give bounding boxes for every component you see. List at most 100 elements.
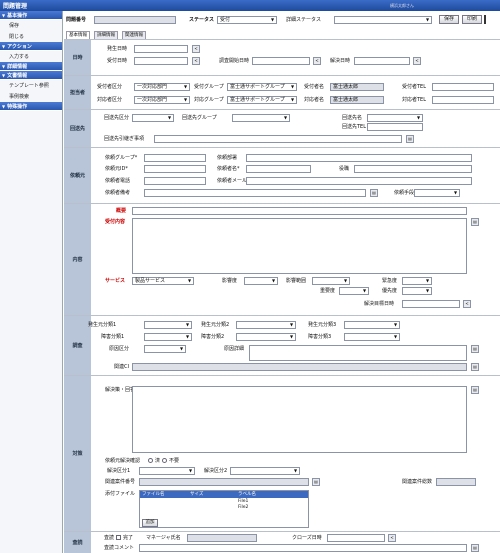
lookup-icon[interactable]: ▤ — [370, 189, 378, 197]
cause-detail-label: 原因詳細 — [224, 346, 245, 352]
lookup-icon[interactable]: ▤ — [471, 363, 479, 371]
tab-detail[interactable]: 詳細情報 — [94, 31, 118, 39]
recv-section-select[interactable]: 一次対応部門 ▼ — [134, 83, 190, 91]
req-remarks-field[interactable] — [144, 189, 366, 197]
fault1-select[interactable]: ▼ — [144, 333, 192, 341]
save-button[interactable]: 保存 — [439, 15, 459, 24]
print-button[interactable]: 印刷 — [462, 15, 482, 24]
service-select[interactable]: 製品サービス ▼ — [132, 277, 194, 285]
resolved-field[interactable] — [354, 57, 410, 65]
attachment-row[interactable]: File2 — [238, 505, 248, 511]
fault2-select[interactable]: ▼ — [236, 333, 296, 341]
cls1-select[interactable]: ▼ — [144, 321, 192, 329]
fault3-select[interactable]: ▼ — [344, 333, 400, 341]
division2-label: 解決区分2 — [204, 468, 228, 474]
req-method-select[interactable]: ▼ — [414, 189, 460, 197]
lookup-icon[interactable]: ▤ — [471, 386, 479, 394]
sidebar-section-detail[interactable]: ▼ 詳細情報 — [0, 62, 62, 71]
problem-number-field — [94, 16, 176, 24]
target-date-field[interactable] — [402, 300, 460, 308]
priority-select[interactable]: ▼ — [402, 287, 432, 295]
tab-basic[interactable]: 基本情報 — [66, 31, 90, 39]
req-name-field[interactable] — [246, 165, 311, 173]
req-mail-field[interactable] — [246, 177, 472, 185]
division2-select[interactable]: ▼ — [230, 467, 300, 475]
sidebar-item-input[interactable]: 入力する — [0, 51, 62, 62]
detail-label: 受付内容 — [105, 219, 126, 225]
received-field[interactable] — [134, 57, 188, 65]
req-group-field[interactable] — [144, 154, 206, 162]
req-mail-label: 依頼者メール — [217, 178, 248, 184]
radio-no[interactable] — [162, 458, 167, 463]
route-division-select[interactable]: ▼ — [132, 114, 174, 122]
chevron-down-icon: ▼ — [425, 17, 430, 22]
detail-status-select[interactable]: ▼ — [334, 16, 432, 24]
cls1-label: 発生元分類1 — [88, 322, 117, 328]
detail-textarea[interactable] — [132, 218, 467, 274]
start-field[interactable] — [252, 57, 310, 65]
resp-group-select[interactable]: 富士通サポートグループ ▼ — [227, 96, 297, 104]
impact-select[interactable]: ▼ — [244, 277, 278, 285]
range-label: 影響範囲 — [286, 278, 307, 284]
sidebar-item-case-search[interactable]: 事例検索 — [0, 91, 62, 102]
req-group-label: 依頼グループ* — [105, 155, 138, 161]
route-section: 回送先 回送先区分 ▼ 回送先グループ ▼ 回送先名 ▼ 回送先TEL 回送先引… — [64, 109, 500, 147]
importance-select[interactable]: ▼ — [339, 287, 369, 295]
sidebar-section-basic[interactable]: ▼ 基本操作 — [0, 11, 62, 20]
req-post-field[interactable] — [354, 165, 472, 173]
range-select[interactable]: ▼ — [312, 277, 350, 285]
window-title: 問題管理 — [3, 3, 28, 10]
cause-category-select[interactable]: ▼ — [144, 345, 186, 353]
cls3-select[interactable]: ▼ — [344, 321, 400, 329]
recv-tel-field[interactable] — [432, 83, 494, 91]
route-tel-field[interactable] — [367, 123, 423, 131]
answer-textarea[interactable] — [132, 386, 467, 453]
sidebar-section-special[interactable]: ▼ 特殊操作 — [0, 102, 62, 111]
resp-section-select[interactable]: 一次対応部門 ▼ — [134, 96, 190, 104]
add-attachment-button[interactable]: 追加 — [142, 519, 158, 527]
calendar-icon[interactable]: < — [313, 57, 321, 65]
route-name-select[interactable]: ▼ — [367, 114, 423, 122]
close-date-label: クローズ日時 — [292, 535, 322, 541]
calendar-icon[interactable]: < — [192, 45, 200, 53]
resp-tel-field[interactable] — [432, 96, 494, 104]
calendar-icon[interactable]: < — [388, 534, 396, 542]
occurred-field[interactable] — [134, 45, 188, 53]
lookup-icon[interactable]: ▤ — [312, 478, 320, 486]
sidebar-section-docs[interactable]: ▼ 文書情報 — [0, 71, 62, 80]
cause-detail-textarea[interactable] — [249, 345, 467, 361]
recv-group-label: 受付グループ — [194, 84, 224, 90]
urgency-select[interactable]: ▼ — [402, 277, 432, 285]
cls2-select[interactable]: ▼ — [236, 321, 296, 329]
date-section: 日時 発生日時 < 受付日時 < 調査開始日時 < 解決日時 < — [64, 39, 500, 75]
sidebar-item-save[interactable]: 保存 — [0, 20, 62, 31]
req-dept-field[interactable] — [246, 154, 472, 162]
close-date-field[interactable] — [327, 534, 385, 542]
req-phone-field[interactable] — [144, 177, 206, 185]
recv-group-select[interactable]: 富士通サポートグループ ▼ — [227, 83, 297, 91]
req-remarks-label: 依頼者備考 — [105, 190, 131, 196]
sidebar-item-template[interactable]: テンプレート参照 — [0, 80, 62, 91]
sidebar-item-close[interactable]: 閉じる — [0, 31, 62, 42]
status-select[interactable]: 受付 ▼ — [217, 16, 277, 24]
review-done-checkbox[interactable] — [116, 535, 121, 540]
calendar-icon[interactable]: < — [463, 300, 471, 308]
lookup-icon[interactable]: ▤ — [471, 218, 479, 226]
calendar-icon[interactable]: < — [413, 57, 421, 65]
action-section: 対策 解決策・回答 ▤ 依頼元解決確認 済 不要 解決区分1 ▼ 解決区分2 ▼… — [64, 375, 500, 531]
review-comment-field[interactable] — [139, 544, 467, 552]
manager-field — [187, 534, 257, 542]
calendar-icon[interactable]: < — [192, 57, 200, 65]
related-ci-field — [132, 363, 467, 371]
route-group-select[interactable]: ▼ — [232, 114, 290, 122]
route-notes-field[interactable] — [154, 135, 402, 143]
radio-yes[interactable] — [148, 458, 153, 463]
sidebar-section-action[interactable]: ▼ アクション — [0, 42, 62, 51]
tab-related[interactable]: 関連情報 — [122, 31, 146, 39]
lookup-icon[interactable]: ▤ — [471, 544, 479, 552]
division1-select[interactable]: ▼ — [139, 467, 195, 475]
summary-field[interactable] — [132, 207, 467, 215]
lookup-icon[interactable]: ▤ — [406, 135, 414, 143]
req-id-field[interactable] — [144, 165, 206, 173]
lookup-icon[interactable]: ▤ — [471, 345, 479, 353]
